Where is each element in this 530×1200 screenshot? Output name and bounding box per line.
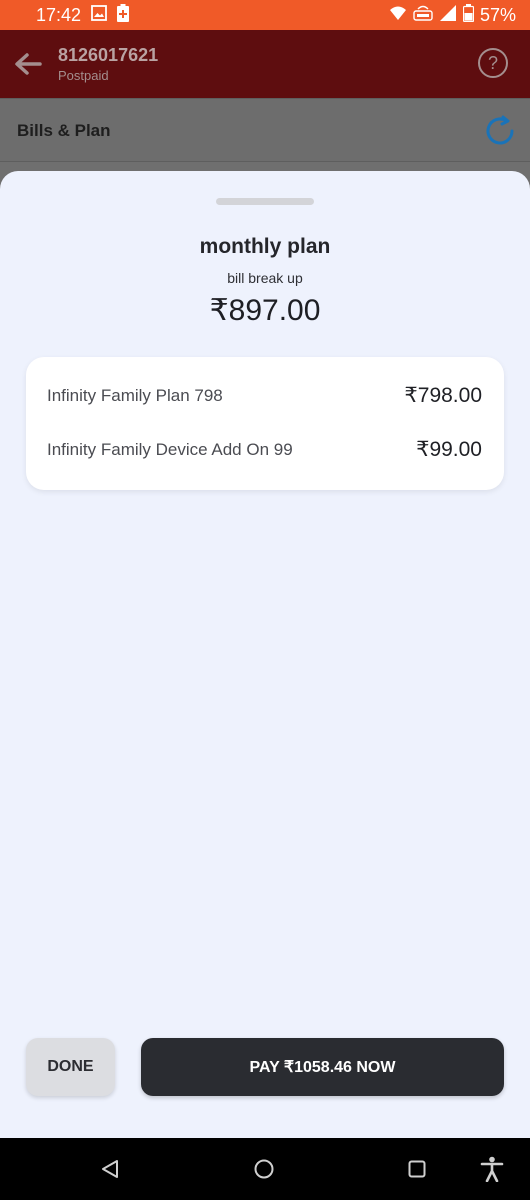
list-item: Infinity Family Device Add On 99 ₹99.00	[47, 437, 482, 462]
status-time: 17:42	[36, 4, 82, 25]
item-amount: ₹99.00	[416, 438, 482, 461]
list-item: Infinity Family Plan 798 ₹798.00	[47, 383, 482, 408]
help-icon[interactable]: ?	[478, 48, 508, 78]
wifi-icon	[389, 5, 407, 26]
bills-title: Bills & Plan	[17, 121, 111, 140]
volte-icon	[413, 4, 433, 27]
sheet-total-amount: ₹897.00	[209, 294, 321, 327]
breakup-card: Infinity Family Plan 798 ₹798.00 Infinit…	[26, 357, 504, 490]
bill-breakup-sheet: monthly plan bill break up ₹897.00 Infin…	[0, 171, 530, 1138]
battery-percent: 57%	[479, 4, 516, 25]
item-label: Infinity Family Device Add On 99	[47, 439, 293, 459]
signal-icon	[439, 4, 457, 27]
accessibility-icon[interactable]	[478, 1155, 506, 1183]
plan-type: Postpaid	[58, 68, 109, 83]
battery-icon	[462, 3, 475, 27]
item-label: Infinity Family Plan 798	[47, 385, 223, 405]
nav-recents-icon[interactable]	[403, 1155, 431, 1183]
app-header: 8126017621 Postpaid ?	[0, 30, 530, 98]
header-text: 8126017621 Postpaid	[58, 45, 158, 83]
done-button[interactable]: DONE	[26, 1038, 115, 1096]
bills-section: Bills & Plan	[0, 98, 530, 162]
nav-home-icon[interactable]	[250, 1155, 278, 1183]
image-icon	[91, 4, 107, 26]
status-bar: 17:42 57%	[0, 0, 530, 30]
refresh-icon[interactable]	[482, 113, 518, 149]
nav-back-icon[interactable]	[96, 1155, 124, 1183]
sheet-subtitle: bill break up	[227, 270, 303, 286]
item-amount: ₹798.00	[404, 384, 482, 407]
phone-number: 8126017621	[58, 45, 159, 65]
sheet-title: monthly plan	[199, 235, 331, 258]
sheet-drag-handle[interactable]	[216, 198, 314, 205]
battery-saver-icon	[117, 3, 130, 27]
back-arrow-icon[interactable]	[12, 48, 44, 80]
pay-now-button[interactable]: PAY ₹1058.46 NOW	[141, 1038, 504, 1096]
system-nav-bar	[0, 1138, 530, 1200]
